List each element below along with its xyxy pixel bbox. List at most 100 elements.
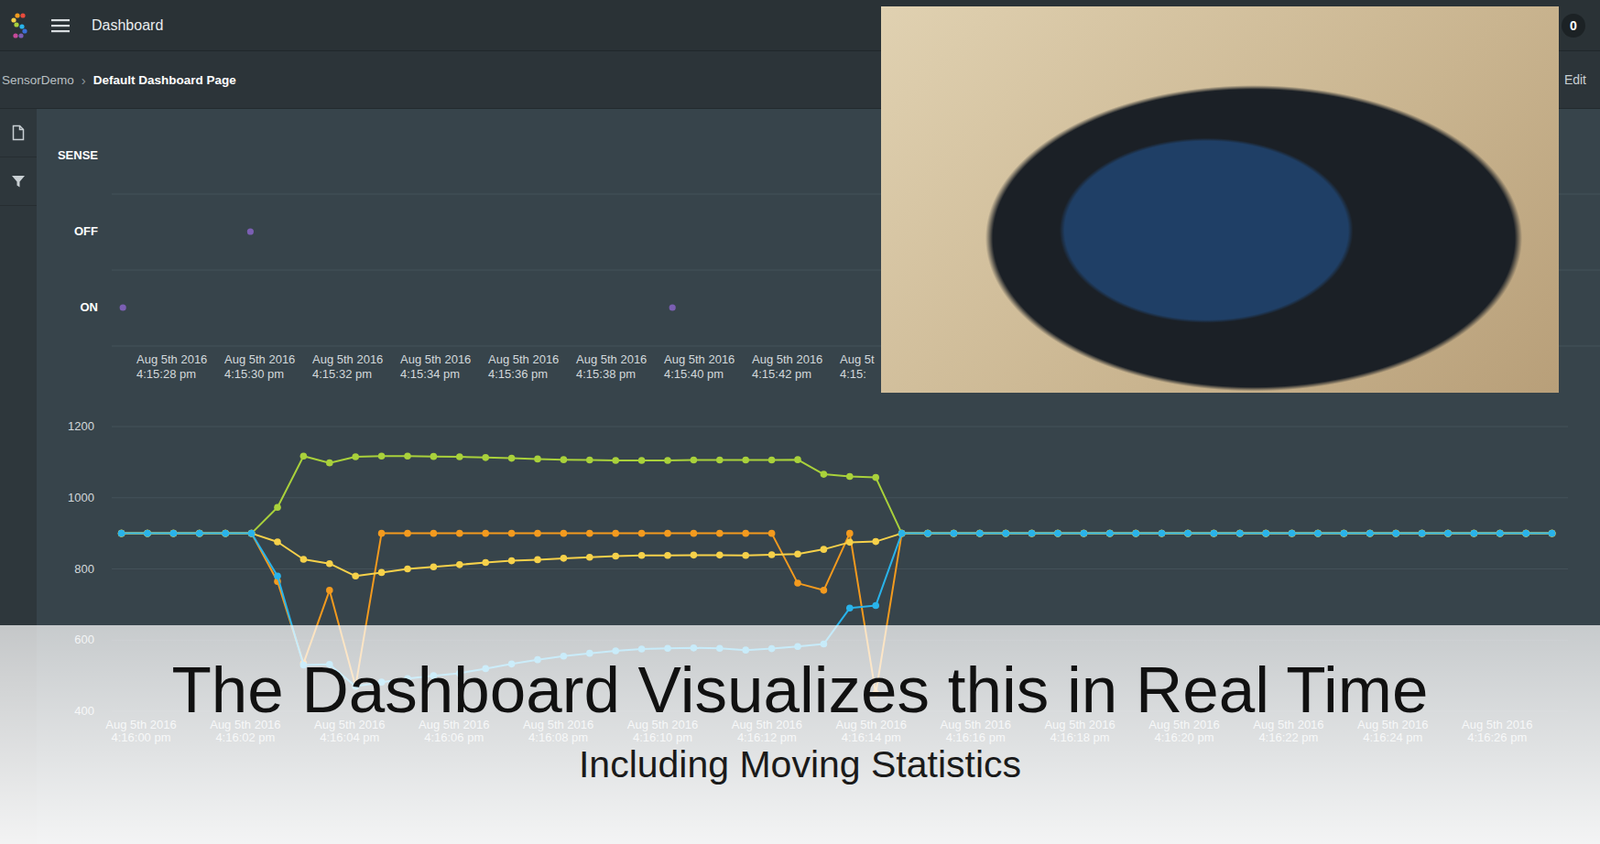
series-point[interactable] xyxy=(1028,530,1036,538)
series-point[interactable] xyxy=(195,530,204,538)
series-point[interactable] xyxy=(1288,530,1296,538)
series-point[interactable] xyxy=(118,530,126,538)
series-point[interactable] xyxy=(195,530,204,538)
series-point[interactable] xyxy=(586,457,594,465)
series-point[interactable] xyxy=(794,579,802,588)
series-point[interactable] xyxy=(533,556,542,565)
series-point[interactable] xyxy=(300,452,308,460)
series-point[interactable] xyxy=(560,555,568,563)
series-point[interactable] xyxy=(1262,530,1270,538)
series-point[interactable] xyxy=(586,530,594,538)
series-point[interactable] xyxy=(638,530,646,538)
series-point[interactable] xyxy=(170,530,178,538)
series-point[interactable] xyxy=(1210,530,1219,538)
series-point[interactable] xyxy=(1262,530,1270,538)
series-point[interactable] xyxy=(118,530,126,538)
series-point[interactable] xyxy=(690,552,698,560)
series-point[interactable] xyxy=(170,530,178,538)
series-point[interactable] xyxy=(1418,530,1426,538)
series-point[interactable] xyxy=(456,561,464,569)
series-point[interactable] xyxy=(1184,530,1192,538)
series-point[interactable] xyxy=(1314,530,1322,538)
series-point[interactable] xyxy=(1548,530,1557,538)
series-point[interactable] xyxy=(690,457,698,465)
series-point[interactable] xyxy=(950,530,958,538)
series-point[interactable] xyxy=(1314,530,1322,538)
series-point[interactable] xyxy=(1340,530,1349,538)
series-point[interactable] xyxy=(1392,530,1400,538)
series-point[interactable] xyxy=(1184,530,1192,538)
series-point[interactable] xyxy=(1262,530,1270,538)
series-point[interactable] xyxy=(1001,530,1010,538)
series-point[interactable] xyxy=(663,530,672,538)
series-point[interactable] xyxy=(1496,530,1504,538)
series-point[interactable] xyxy=(1366,530,1374,538)
series-point[interactable] xyxy=(481,530,490,538)
series-point[interactable] xyxy=(1210,530,1219,538)
series-point[interactable] xyxy=(1392,530,1400,538)
series-point[interactable] xyxy=(924,530,932,538)
series-point[interactable] xyxy=(1001,530,1010,538)
series-point[interactable] xyxy=(871,602,880,610)
series-point[interactable] xyxy=(846,604,854,612)
series-point[interactable] xyxy=(871,474,880,482)
logo-icon[interactable] xyxy=(9,11,30,40)
menu-button[interactable] xyxy=(47,14,74,37)
series-point[interactable] xyxy=(508,455,516,463)
series-point[interactable] xyxy=(924,530,932,538)
series-point[interactable] xyxy=(1392,530,1400,538)
series-point[interactable] xyxy=(273,572,282,580)
series-point[interactable] xyxy=(1210,530,1219,538)
series-point[interactable] xyxy=(1236,530,1244,538)
series-point[interactable] xyxy=(533,530,542,538)
series-point[interactable] xyxy=(1236,530,1244,538)
series-point[interactable] xyxy=(326,459,334,468)
series-point[interactable] xyxy=(1522,530,1530,538)
series-point[interactable] xyxy=(1548,530,1557,538)
series-point[interactable] xyxy=(741,552,750,560)
series-point[interactable] xyxy=(1470,530,1479,538)
series-point[interactable] xyxy=(1054,530,1062,538)
series-point[interactable] xyxy=(1548,530,1557,538)
series-point[interactable] xyxy=(430,453,438,461)
series-point[interactable] xyxy=(741,457,750,465)
series-point[interactable] xyxy=(560,456,568,464)
series-point[interactable] xyxy=(430,563,438,571)
series-point[interactable] xyxy=(1444,530,1452,538)
series-point[interactable] xyxy=(1470,530,1479,538)
sidebar-item[interactable] xyxy=(0,108,37,158)
series-point[interactable] xyxy=(1392,530,1400,538)
edit-button[interactable]: Edit xyxy=(1564,72,1587,88)
series-point[interactable] xyxy=(1210,530,1219,538)
series-point[interactable] xyxy=(1470,530,1479,538)
series-point[interactable] xyxy=(1080,530,1089,538)
series-point[interactable] xyxy=(403,565,412,574)
series-point[interactable] xyxy=(326,587,334,595)
series-point[interactable] xyxy=(1418,530,1426,538)
series-point[interactable] xyxy=(690,530,698,538)
series-point[interactable] xyxy=(326,560,334,568)
series-point[interactable] xyxy=(1470,530,1479,538)
series-point[interactable] xyxy=(611,457,620,465)
series-point[interactable] xyxy=(768,457,776,465)
series-point[interactable] xyxy=(1080,530,1089,538)
series-point[interactable] xyxy=(248,530,256,538)
series-point[interactable] xyxy=(1054,530,1062,538)
series-point[interactable] xyxy=(898,530,906,538)
series-point[interactable] xyxy=(638,457,646,465)
series-point[interactable] xyxy=(508,557,516,566)
series-point[interactable] xyxy=(898,530,906,538)
notification-badge[interactable]: 0 xyxy=(1561,13,1586,38)
series-point[interactable] xyxy=(1184,530,1192,538)
series-point[interactable] xyxy=(1158,530,1166,538)
series-point[interactable] xyxy=(768,530,776,538)
series-point[interactable] xyxy=(716,530,724,538)
series-point[interactable] xyxy=(143,530,152,538)
series-point[interactable] xyxy=(170,530,178,538)
series-point[interactable] xyxy=(820,470,828,479)
series-point[interactable] xyxy=(456,530,464,538)
series-point[interactable] xyxy=(950,530,958,538)
series-point[interactable] xyxy=(716,552,724,560)
series-point[interactable] xyxy=(143,530,152,538)
series-point[interactable] xyxy=(794,550,802,558)
